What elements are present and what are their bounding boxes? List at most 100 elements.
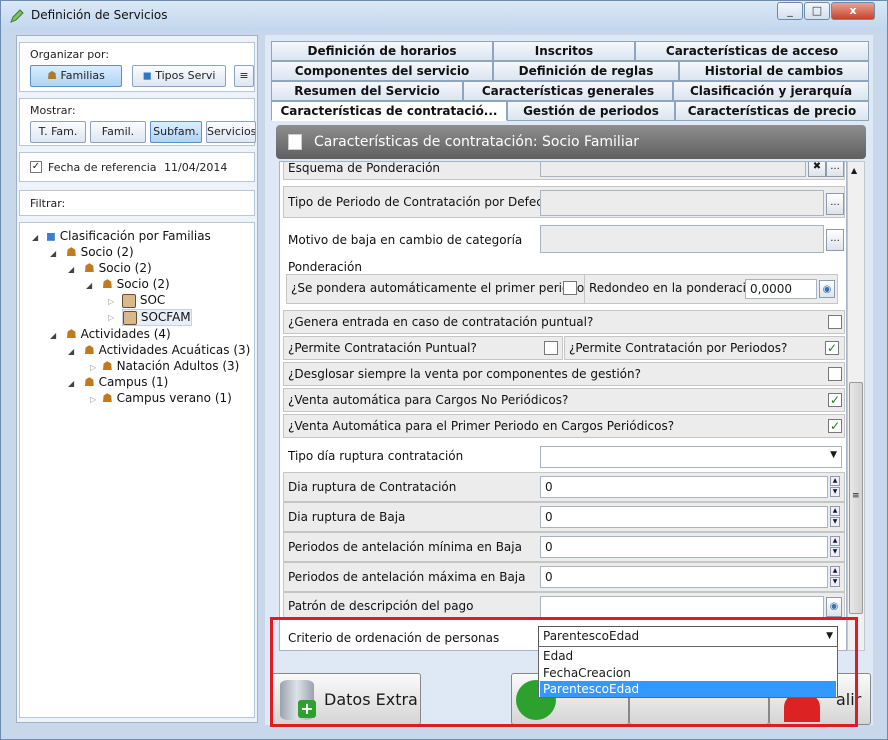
show-subfam-button[interactable]: Subfam. — [150, 121, 202, 143]
expand-icon[interactable]: ◢ — [68, 379, 74, 388]
expand-icon[interactable]: ◢ — [86, 281, 92, 290]
expand-icon[interactable]: ◢ — [50, 331, 56, 340]
tree-node[interactable]: ☗ Natación Adultos (3) — [102, 359, 239, 373]
form-row-permite-periodos: ¿Permite Contratación por Periodos? ✓ — [564, 336, 845, 360]
expand-icon[interactable]: ◢ — [68, 265, 74, 274]
tab-caracteristicas-precio[interactable]: Características de precio — [675, 101, 869, 121]
antelacion-max-label: Periodos de antelación máxima en Baja — [288, 570, 526, 584]
permite-puntual-checkbox[interactable] — [544, 341, 558, 355]
reference-date-checkbox[interactable]: ✓ — [30, 161, 42, 173]
browse-button[interactable]: ... — [826, 162, 844, 177]
tab-caracteristicas-acceso[interactable]: Características de acceso — [635, 41, 869, 61]
tab-gestion-periodos[interactable]: Gestión de periodos — [507, 101, 675, 121]
minimize-button[interactable]: _ — [777, 2, 803, 20]
redondeo-input[interactable]: 0,0000 — [745, 279, 817, 299]
tree-node[interactable]: ☗ Campus verano (1) — [102, 391, 232, 405]
antelacion-max-input[interactable]: 0 — [540, 566, 828, 588]
expand-icon[interactable]: ◢ — [68, 347, 74, 356]
maximize-button[interactable]: □ — [804, 2, 830, 20]
organize-list-button[interactable]: ≡ — [234, 65, 254, 87]
tree-node[interactable]: ☗ Actividades (4) — [66, 327, 171, 341]
tree-node-selected[interactable]: SOCFAM — [122, 309, 192, 326]
motivo-baja-label: Motivo de baja en cambio de categoría — [288, 233, 523, 247]
organize-group: Organizar por: ☗ Familias ◼ Tipos Servi … — [19, 42, 255, 92]
collapse-icon[interactable]: ▷ — [108, 313, 114, 322]
help-icon[interactable]: ◉ — [819, 280, 835, 298]
pondera-primer-label: ¿Se pondera automáticamente el primer pe… — [291, 281, 591, 295]
tipo-periodo-field[interactable] — [540, 190, 824, 216]
document-icon — [288, 134, 302, 150]
venta-primer-periodo-checkbox[interactable]: ✓ — [828, 419, 842, 433]
dia-ruptura-baja-input[interactable]: 0 — [540, 506, 828, 528]
vertical-scrollbar[interactable]: ▲ ≡ — [847, 161, 865, 651]
browse-button[interactable]: ... — [826, 193, 844, 215]
tipo-dia-select[interactable]: ▼ — [540, 446, 842, 468]
form-row-patron: Patrón de descripción del pago ◉ — [283, 592, 845, 620]
collapse-icon[interactable]: ▷ — [90, 395, 96, 404]
browse-button[interactable]: ... — [826, 229, 844, 251]
people-icon: ☗ — [102, 277, 117, 291]
spinner[interactable]: ▲ ▼ — [830, 566, 840, 588]
form-row-venta-no-periodicos: ¿Venta automática para Cargos No Periódi… — [283, 388, 845, 412]
tab-clasificacion-jerarquia[interactable]: Clasificación y jerarquía — [673, 81, 869, 101]
list-icon: ≡ — [239, 69, 249, 82]
form-scroll-area[interactable]: Esquema de Ponderación ✖ ... Tipo de Per… — [279, 161, 847, 651]
help-icon[interactable]: ◉ — [826, 597, 842, 617]
desglosar-checkbox[interactable] — [828, 367, 842, 381]
reference-date-value[interactable]: 11/04/2014 — [164, 161, 227, 174]
tree-node[interactable]: ☗ Socio (2) — [66, 245, 134, 259]
tree-node[interactable]: ☗ Socio (2) — [102, 277, 170, 291]
organize-tipos-button[interactable]: ◼ Tipos Servi — [132, 65, 226, 87]
scroll-up-icon[interactable]: ▲ — [851, 166, 857, 175]
antelacion-min-input[interactable]: 0 — [540, 536, 828, 558]
pondera-primer-checkbox[interactable] — [563, 281, 577, 295]
patron-input[interactable] — [540, 596, 824, 618]
show-famil-button[interactable]: Famil. — [90, 121, 146, 143]
spinner[interactable]: ▲ ▼ — [830, 536, 840, 558]
motivo-baja-field[interactable] — [540, 225, 824, 253]
clear-icon[interactable]: ✖ — [808, 162, 826, 177]
tab-definicion-reglas[interactable]: Definición de reglas — [493, 61, 679, 81]
tree-node[interactable]: ☗ Actividades Acuáticas (3) — [84, 343, 250, 357]
dia-ruptura-contratacion-input[interactable]: 0 — [540, 476, 828, 498]
form-row-esquema: Esquema de Ponderación ✖ ... — [283, 162, 845, 180]
show-tfam-button[interactable]: T. Fam. — [30, 121, 86, 143]
tab-resumen-servicio[interactable]: Resumen del Servicio — [271, 81, 463, 101]
form-row-genera-entrada: ¿Genera entrada en caso de contratación … — [283, 310, 845, 334]
people-icon: ☗ — [66, 245, 81, 259]
organize-familias-button[interactable]: ☗ Familias — [30, 65, 122, 87]
show-label: Mostrar: — [30, 104, 76, 117]
tree-node[interactable]: ☗ Socio (2) — [84, 261, 152, 275]
tab-historial-cambios[interactable]: Historial de cambios — [679, 61, 869, 81]
people-icon: ☗ — [102, 359, 117, 373]
tab-componentes-servicio[interactable]: Componentes del servicio — [271, 61, 493, 81]
show-servicios-button[interactable]: Servicios — [206, 121, 256, 143]
collapse-icon[interactable]: ▷ — [90, 363, 96, 372]
tree-node[interactable]: ◼ Clasificación por Familias — [46, 229, 211, 243]
organize-label: Organizar por: — [30, 48, 110, 61]
close-button[interactable]: x — [831, 2, 875, 20]
collapse-icon[interactable]: ▷ — [108, 297, 114, 306]
scroll-thumb[interactable]: ≡ — [849, 382, 863, 614]
permite-periodos-checkbox[interactable]: ✓ — [825, 341, 839, 355]
venta-no-periodicos-label: ¿Venta automática para Cargos No Periódi… — [288, 393, 569, 407]
filter-label: Filtrar: — [30, 197, 66, 210]
spinner[interactable]: ▲ ▼ — [830, 506, 840, 528]
people-icon: ☗ — [84, 343, 99, 357]
tab-definicion-horarios[interactable]: Definición de horarios — [271, 41, 493, 61]
section-title: Características de contratación: Socio F… — [314, 134, 640, 150]
genera-entrada-checkbox[interactable] — [828, 315, 842, 329]
spinner[interactable]: ▲ ▼ — [830, 476, 840, 498]
tipos-icon: ◼ — [142, 69, 156, 82]
tab-caracteristicas-generales[interactable]: Características generales — [463, 81, 673, 101]
esquema-field[interactable] — [540, 162, 806, 177]
tab-inscritos[interactable]: Inscritos — [493, 41, 635, 61]
tree-node[interactable]: SOC — [122, 293, 165, 308]
venta-no-periodicos-checkbox[interactable]: ✓ — [828, 393, 842, 407]
expand-icon[interactable]: ◢ — [32, 233, 38, 242]
tree-node[interactable]: ☗ Campus (1) — [84, 375, 168, 389]
ponderacion-group-label: Ponderación — [288, 260, 362, 274]
tab-caracteristicas-contratacion[interactable]: Características de contratació... — [271, 101, 507, 121]
left-panel: Organizar por: ☗ Familias ◼ Tipos Servi … — [16, 35, 258, 723]
expand-icon[interactable]: ◢ — [50, 249, 56, 258]
